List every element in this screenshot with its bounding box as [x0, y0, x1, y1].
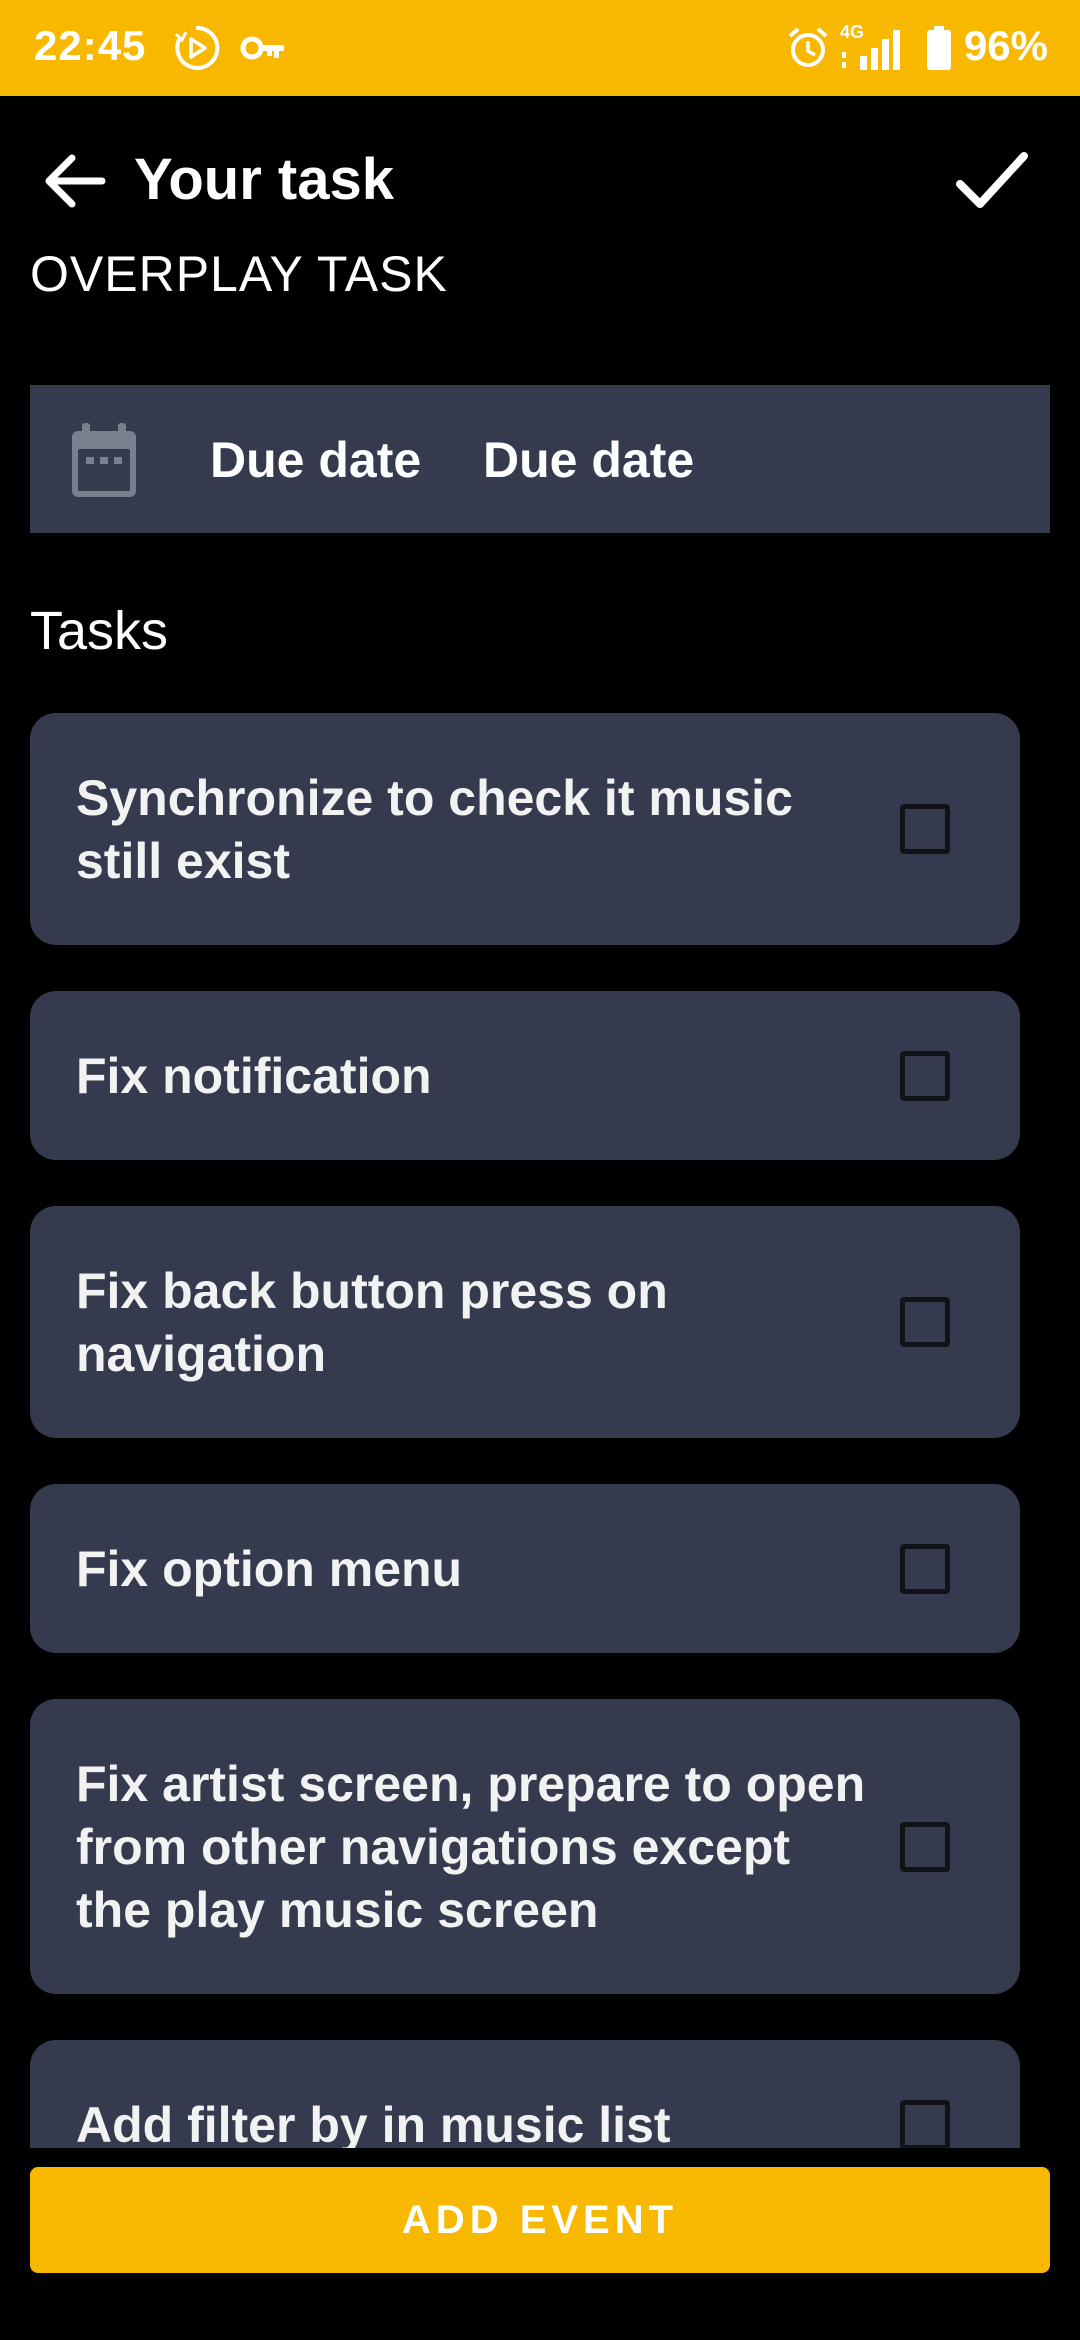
add-event-button[interactable]: ADD EVENT	[30, 2167, 1050, 2273]
app-bar: Your task	[0, 96, 1080, 266]
task-checkbox[interactable]	[900, 1543, 950, 1594]
battery-icon	[927, 26, 951, 70]
page-title: Your task	[134, 147, 395, 212]
key-icon	[240, 36, 284, 60]
task-checkbox[interactable]	[900, 2099, 950, 2148]
task-text: Synchronize to check it music still exis…	[76, 770, 793, 889]
due-date-value[interactable]: Due date	[483, 431, 694, 489]
task-text: Fix notification	[76, 1048, 432, 1104]
status-time: 22:45	[34, 22, 147, 69]
alarm-icon	[788, 27, 828, 67]
task-checkbox[interactable]	[900, 1297, 950, 1347]
task-text: Fix artist screen, prepare to open from …	[76, 1756, 866, 1938]
play-circle-icon	[174, 25, 220, 70]
task-list[interactable]: Synchronize to check it music still exis…	[30, 713, 1020, 2148]
arrow-back-icon[interactable]	[40, 146, 110, 216]
task-card[interactable]: Fix back button press on navigation	[30, 1206, 1020, 1438]
task-checkbox[interactable]	[900, 1050, 950, 1101]
task-card[interactable]: Synchronize to check it music still exis…	[30, 713, 1020, 945]
task-card[interactable]: Fix option menu	[30, 1484, 1020, 1653]
task-text: Fix option menu	[76, 1541, 463, 1597]
tasks-label: Tasks	[30, 601, 169, 661]
calendar-icon	[72, 423, 136, 497]
signal-icon	[842, 30, 900, 70]
due-date-label: Due date	[210, 432, 422, 488]
task-card[interactable]: Fix notification	[30, 991, 1020, 1160]
task-checkbox[interactable]	[900, 804, 950, 854]
battery-percent: 96%	[963, 22, 1048, 69]
due-date-row[interactable]: Due date Due date	[30, 385, 1050, 533]
section-heading: OVERPLAY TASK	[30, 246, 448, 302]
task-card[interactable]: Add filter by in music list	[30, 2040, 1020, 2148]
task-text: Add filter by in music list	[76, 2097, 671, 2148]
task-text: Fix back button press on navigation	[76, 1263, 668, 1382]
task-card[interactable]: Fix artist screen, prepare to open from …	[30, 1699, 1020, 1994]
status-bar: 22:45 4G 96%	[0, 0, 1080, 96]
check-icon[interactable]	[954, 146, 1030, 216]
task-checkbox[interactable]	[900, 1821, 950, 1872]
